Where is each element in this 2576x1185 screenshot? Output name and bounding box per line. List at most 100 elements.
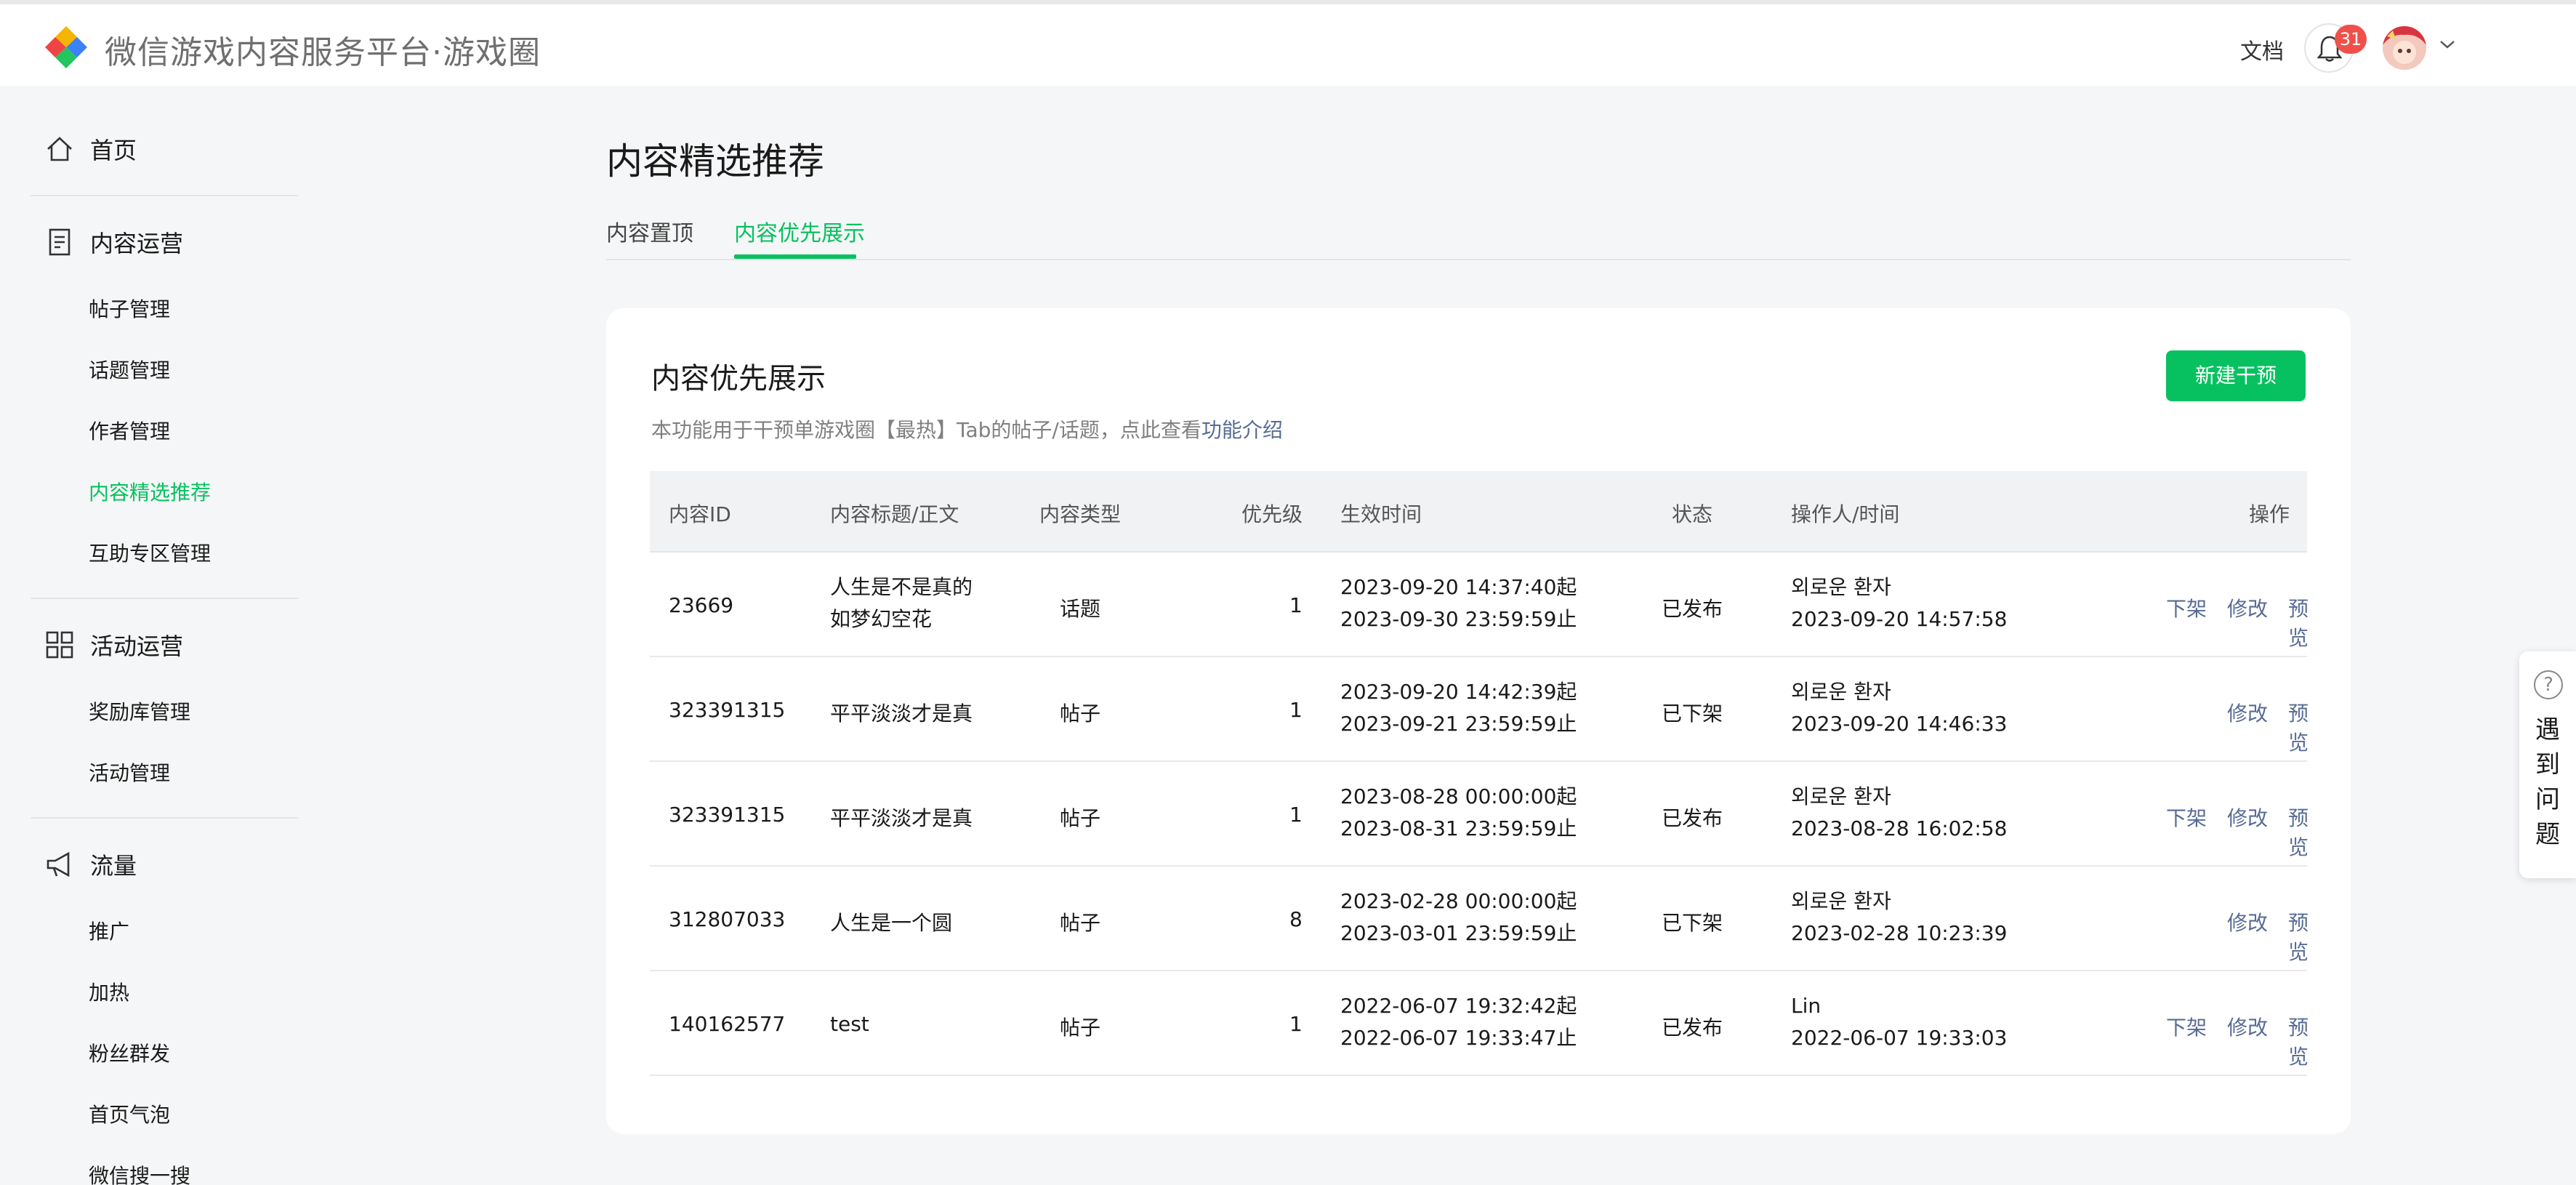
- table-row: 23669 人生是不是真的 如梦幻空花 话题 1 2023-09-20 14:37:40起…: [650, 553, 2309, 657]
- column-header-type: 内容类型: [1039, 502, 1122, 526]
- cell-effective-time: 2023-08-28 00:00:00起 2023-08-31 23:59:59止: [1340, 781, 1577, 845]
- preview-button[interactable]: 预览: [2288, 698, 2309, 756]
- cell-status: 已下架: [1662, 911, 1723, 935]
- cell-operator-name: 외로운 환자: [1791, 575, 1891, 599]
- cell-content-type: 帖子: [1060, 911, 1101, 935]
- cell-status: 已下架: [1662, 702, 1723, 726]
- cell-operator-time: 2023-09-20 14:46:33: [1791, 712, 2008, 736]
- cell-content-title: 人生是不是真的 如梦幻空花: [830, 571, 973, 635]
- sidebar-group-traffic[interactable]: 流量: [44, 846, 137, 883]
- priority-table: 内容ID 内容标题/正文 内容类型 优先级 生效时间 状态 操作人/时间 操作 …: [650, 471, 2309, 1076]
- cell-content-id: 323391315: [669, 803, 786, 827]
- preview-button[interactable]: 预览: [2288, 803, 2309, 861]
- cell-title-line: 如梦幻空花: [830, 607, 933, 631]
- tab-pinned-content[interactable]: 内容置顶: [606, 215, 693, 247]
- active-tab-indicator: [734, 254, 856, 259]
- new-intervention-button[interactable]: 新建干预: [2166, 350, 2306, 401]
- take-down-button[interactable]: 下架: [2166, 593, 2207, 622]
- cell-start-time: 2023-09-20 14:42:39起: [1340, 680, 1577, 704]
- cell-content-type: 话题: [1060, 597, 1101, 621]
- edit-button[interactable]: 修改: [2227, 803, 2268, 832]
- notification-badge: 31: [2335, 25, 2367, 54]
- sidebar-item-featured[interactable]: 内容精选推荐: [89, 477, 211, 506]
- sidebar-home-label: 首页: [90, 137, 137, 164]
- sidebar-item-posts[interactable]: 帖子管理: [89, 294, 170, 323]
- cell-operator-time: 2023-02-28 10:23:39: [1791, 921, 2008, 945]
- cell-content-id: 323391315: [669, 698, 786, 722]
- cell-content-id: 312807033: [669, 907, 786, 931]
- edit-button[interactable]: 修改: [2227, 698, 2268, 727]
- app-title: 微信游戏内容服务平台·游戏圈: [105, 34, 541, 71]
- edit-button[interactable]: 修改: [2227, 907, 2268, 936]
- take-down-button[interactable]: 下架: [2166, 803, 2207, 832]
- tab-priority-display[interactable]: 内容优先展示: [734, 215, 865, 247]
- tab-bar: 内容置顶 内容优先展示: [606, 215, 2351, 260]
- table-header: 内容ID 内容标题/正文 内容类型 优先级 生效时间 状态 操作人/时间 操作: [650, 471, 2307, 553]
- cell-start-time: 2023-08-28 00:00:00起: [1340, 784, 1577, 808]
- help-float-button[interactable]: ? 遇到问题: [2519, 651, 2576, 878]
- sidebar-item-boost[interactable]: 加热: [89, 977, 129, 1006]
- sidebar-item-mutual-help[interactable]: 互助专区管理: [89, 538, 211, 567]
- cell-operator-name: 외로운 환자: [1791, 889, 1891, 913]
- sidebar-item-activities[interactable]: 活动管理: [89, 758, 170, 787]
- sidebar-item-fan-broadcast[interactable]: 粉丝群发: [89, 1038, 170, 1067]
- cell-effective-time: 2023-09-20 14:42:39起 2023-09-21 23:59:59止: [1340, 676, 1577, 740]
- sidebar-item-authors[interactable]: 作者管理: [89, 416, 170, 445]
- column-header-operator: 操作人/时间: [1791, 502, 1900, 526]
- sidebar-item-wechat-search[interactable]: 微信搜一搜: [89, 1160, 190, 1185]
- cell-effective-time: 2022-06-07 19:32:42起 2022-06-07 19:33:47止: [1340, 990, 1577, 1054]
- help-label-char: 遇: [2535, 715, 2560, 744]
- cell-operator-time: 2022-06-07 19:33:03: [1791, 1026, 2008, 1050]
- cell-priority: 1: [1289, 698, 1303, 722]
- sidebar-group-label: 流量: [90, 852, 137, 880]
- sidebar-item-promotion[interactable]: 推广: [89, 916, 129, 945]
- cell-priority: 8: [1289, 907, 1303, 931]
- column-header-actions: 操作: [2249, 502, 2290, 526]
- sidebar-item-rewards[interactable]: 奖励库管理: [89, 696, 190, 726]
- preview-button[interactable]: 预览: [2288, 593, 2309, 651]
- cell-start-time: 2023-02-28 00:00:00起: [1340, 889, 1577, 913]
- cell-operator-time: 2023-09-20 14:57:58: [1791, 607, 2008, 631]
- user-avatar[interactable]: [2383, 26, 2426, 70]
- edit-button[interactable]: 修改: [2227, 1012, 2268, 1041]
- card-title: 内容优先展示: [651, 362, 826, 395]
- sidebar-divider: [31, 195, 298, 196]
- sidebar-group-content-ops[interactable]: 内容运营: [44, 224, 183, 260]
- edit-button[interactable]: 修改: [2227, 593, 2268, 622]
- cell-content-type: 帖子: [1060, 1016, 1101, 1040]
- take-down-button[interactable]: 下架: [2166, 1012, 2207, 1041]
- cell-effective-time: 2023-02-28 00:00:00起 2023-03-01 23:59:59止: [1340, 885, 1577, 949]
- docs-link[interactable]: 文档: [2240, 33, 2284, 65]
- column-header-priority: 优先级: [1241, 502, 1303, 526]
- preview-button[interactable]: 预览: [2288, 907, 2309, 965]
- cell-priority: 1: [1289, 803, 1303, 827]
- sidebar-divider: [31, 598, 298, 599]
- card-description: 本功能用于干预单游戏圈【最热】Tab的帖子/话题，点此查看功能介绍: [651, 414, 1283, 443]
- sidebar-item-home-bubble[interactable]: 首页气泡: [89, 1099, 170, 1128]
- help-label-char: 到: [2535, 750, 2560, 779]
- sidebar-item-topics[interactable]: 话题管理: [89, 355, 170, 384]
- cell-operator-name: 외로운 환자: [1791, 680, 1891, 704]
- cell-start-time: 2023-09-20 14:37:40起: [1340, 575, 1577, 599]
- feature-intro-link[interactable]: 功能介绍: [1202, 418, 1283, 442]
- table-body: 23669 人生是不是真的 如梦幻空花 话题 1 2023-09-20 14:37:40起…: [650, 553, 2309, 1076]
- cell-operator: 외로운 환자 2023-09-20 14:57:58: [1791, 571, 2007, 635]
- preview-button[interactable]: 预览: [2288, 1012, 2309, 1070]
- column-header-status: 状态: [1672, 502, 1713, 526]
- table-row: 323391315 平平淡淡才是真 帖子 1 2023-09-20 14:42:39起 2…: [650, 657, 2309, 762]
- cell-status: 已发布: [1662, 597, 1723, 621]
- chevron-down-icon[interactable]: [2439, 39, 2455, 49]
- sidebar-group-label: 活动运营: [90, 632, 184, 660]
- cell-content-id: 23669: [669, 593, 734, 617]
- table-row: 323391315 平平淡淡才是真 帖子 1 2023-08-28 00:00:00起 2…: [650, 762, 2309, 867]
- document-icon: [49, 228, 71, 256]
- sidebar-group-activity-ops[interactable]: 活动运营: [44, 627, 183, 663]
- sidebar-item-home[interactable]: 首页: [44, 131, 137, 167]
- grid-icon: [46, 631, 73, 659]
- megaphone-icon: [47, 851, 70, 877]
- cell-priority: 1: [1289, 1012, 1303, 1036]
- help-label-char: 题: [2535, 820, 2560, 849]
- cell-operator-time: 2023-08-28 16:02:58: [1791, 816, 2008, 840]
- cell-content-title: 人生是一个圆: [830, 911, 953, 935]
- home-icon: [47, 137, 72, 161]
